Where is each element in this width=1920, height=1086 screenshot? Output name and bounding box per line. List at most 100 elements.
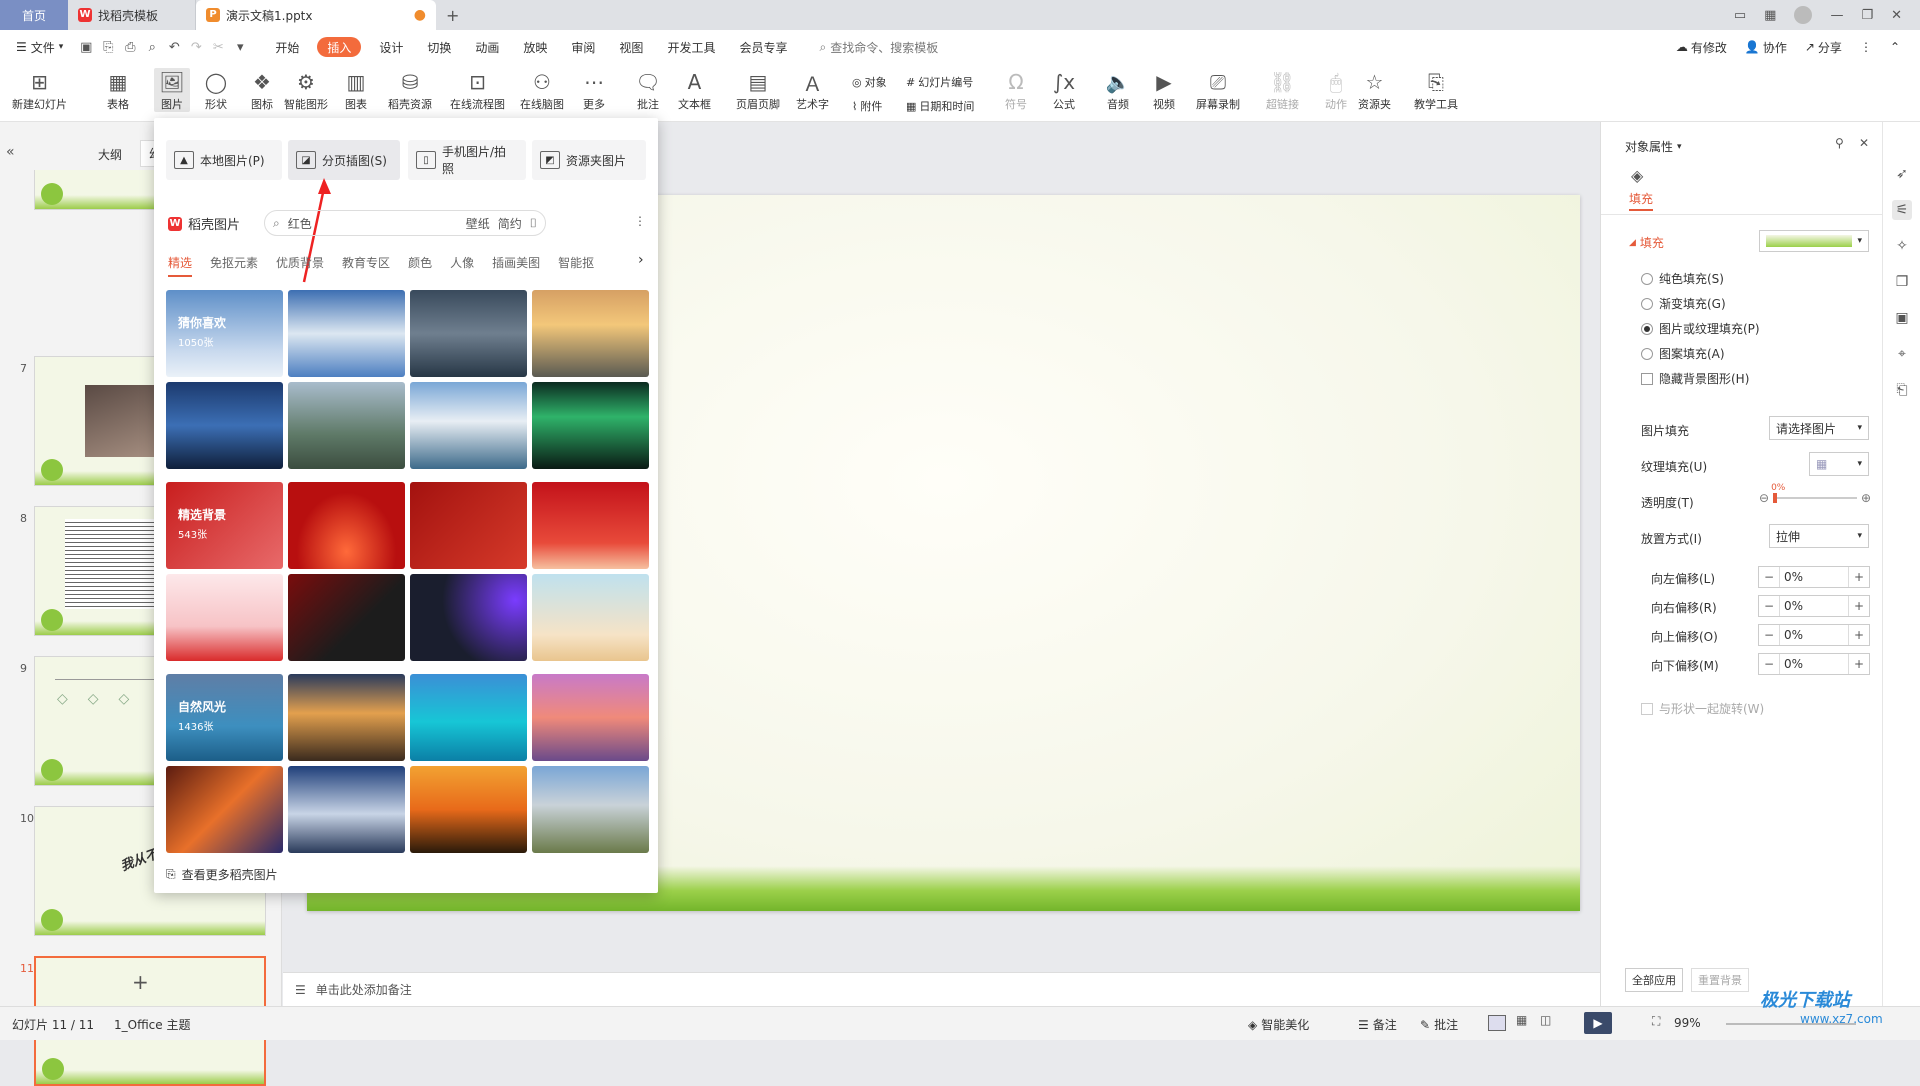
comment-toggle-button[interactable]: ✎ 批注 [1420,1016,1458,1033]
collapse-panel-icon[interactable]: « [6,144,15,160]
offset-up-stepper[interactable]: −0% + [1758,624,1870,646]
image-search-input[interactable]: ⌕ 红色 壁纸 简约 ⌷ [264,210,546,236]
group-natural-scenery[interactable]: 自然风光 1436张 [166,674,283,761]
page-illustration-button[interactable]: ◪ 分页插图(S) [288,140,400,180]
zoom-level[interactable]: 99% [1674,1016,1701,1030]
video-button[interactable]: ▶ 视频 [1150,68,1178,112]
chart-button[interactable]: ▥ 图表 [342,68,370,112]
menu-view[interactable]: 视图 [607,30,655,64]
more-menu-icon[interactable]: ⋮ [1860,40,1872,54]
category-backgrounds[interactable]: 优质背景 [276,254,324,277]
collapse-ribbon-icon[interactable]: ⌃ [1890,40,1900,54]
undo-icon[interactable]: ↶ [163,36,185,58]
rocket-icon[interactable]: ➶ [1892,164,1912,184]
camera-icon[interactable]: ⌷ [530,216,537,231]
apply-all-button[interactable]: 全部应用 [1625,968,1683,992]
image-tile[interactable] [288,674,405,761]
offset-right-stepper[interactable]: −0% + [1758,595,1870,617]
menu-slideshow[interactable]: 放映 [511,30,559,64]
menu-start[interactable]: 开始 [263,30,311,64]
hyperlink-button[interactable]: ⛓ 超链接 [1266,68,1299,112]
category-featured[interactable]: 精选 [168,254,193,277]
avatar[interactable] [1794,6,1813,24]
smart-beautify-button[interactable]: ◈ 智能美化 [1248,1016,1309,1033]
pin-icon[interactable]: ⚲ [1835,136,1844,150]
image-tile[interactable] [532,574,649,661]
format-painter-icon[interactable]: ✂ [207,36,229,58]
image-tile[interactable] [410,574,527,661]
solid-fill-option[interactable]: 纯色填充(S) [1641,270,1724,287]
more-options-icon[interactable]: ⋮ [634,214,646,228]
menu-design[interactable]: 设计 [367,30,415,64]
attachment-button[interactable]: ⌇ 附件 [852,98,882,114]
modified-button[interactable]: ☁ 有修改 [1676,39,1727,56]
comments-icon[interactable]: ❐ [1892,272,1912,292]
image-tile[interactable] [410,290,527,377]
texture-dropdown[interactable]: ▦ ▾ [1809,452,1869,476]
chevron-right-icon[interactable]: › [638,252,644,268]
chip-wallpaper[interactable]: 壁纸 [466,215,490,232]
print-icon[interactable]: ⎙ [119,36,141,58]
image-tile[interactable] [532,290,649,377]
print-preview-icon[interactable]: ⌕ [141,36,163,58]
collaborate-button[interactable]: 👤 协作 [1745,39,1787,56]
image-tile[interactable] [166,574,283,661]
offset-down-stepper[interactable]: −0% + [1758,653,1870,675]
picture-button[interactable]: 🖼 图片 [154,68,190,112]
docer-resource-button[interactable]: ⛁ 稻壳资源 [388,68,432,112]
decrement-button[interactable]: − [1759,628,1779,642]
notes-bar[interactable]: ☰ 单击此处添加备注 [283,972,1600,1006]
fill-preview-dropdown[interactable]: ▾ [1759,230,1869,252]
menu-review[interactable]: 审阅 [559,30,607,64]
pane-title[interactable]: 对象属性 ▾ [1625,138,1682,155]
image-tile[interactable] [532,382,649,469]
category-cutout[interactable]: 免抠元素 [210,254,258,277]
transparency-slider[interactable]: ⊖ 0% ⊕ [1759,483,1871,508]
offset-up-value[interactable]: 0% [1779,625,1849,645]
picture-fill-dropdown[interactable]: 请选择图片 ▾ [1769,416,1869,440]
location-icon[interactable]: ⌖ [1892,344,1912,364]
group-featured-backgrounds[interactable]: 精选背景 543张 [166,482,283,569]
notes-toggle-button[interactable]: ☰ 备注 [1358,1016,1397,1033]
image-tile[interactable] [410,382,527,469]
menu-animation[interactable]: 动画 [463,30,511,64]
chip-minimal[interactable]: 简约 [498,215,522,232]
decrement-button[interactable]: − [1759,599,1779,613]
teaching-tools-button[interactable]: ⎘ 教学工具 [1414,68,1458,112]
image-tile[interactable] [288,574,405,661]
mindmap-button[interactable]: ⚇ 在线脑图 [520,68,564,112]
offset-right-value[interactable]: 0% [1779,596,1849,616]
action-button[interactable]: 🖱 动作 [1322,68,1350,112]
normal-view-icon[interactable] [1488,1015,1506,1031]
fit-window-icon[interactable]: ⛶ [1652,1014,1660,1029]
command-search[interactable]: ⌕ 查找命令、搜索模板 [819,39,938,56]
category-portrait[interactable]: 人像 [450,254,474,277]
symbol-button[interactable]: Ω 符号 [1002,68,1030,112]
formula-button[interactable]: ∫x 公式 [1050,68,1078,112]
picture-fill-option[interactable]: 图片或纹理填充(P) [1641,320,1760,337]
slide-number-button[interactable]: # 幻灯片编号 [906,74,973,90]
restore-icon[interactable]: ❐ [1861,8,1873,23]
tab-docer-templates[interactable]: W 找稻壳模板 [68,0,196,30]
close-icon[interactable]: ✕ [1891,8,1902,23]
tab-home[interactable]: 首页 [0,0,68,30]
resource-folder-button[interactable]: ☆ 资源夹 [1358,68,1391,112]
save-icon[interactable]: ▣ [75,36,97,58]
properties-icon[interactable]: ⚟ [1892,200,1912,220]
image-tile[interactable] [410,482,527,569]
image-tile[interactable] [166,766,283,853]
fill-tab[interactable]: 填充 [1629,190,1654,211]
book-icon[interactable]: ⎗ [1892,380,1912,400]
offset-left-value[interactable]: 0% [1779,567,1849,587]
flowchart-button[interactable]: ⊡ 在线流程图 [450,68,505,112]
menu-insert[interactable]: 插入 [317,37,362,57]
image-tile[interactable] [288,290,405,377]
menu-developer[interactable]: 开发工具 [655,30,727,64]
icon-button[interactable]: ❖ 图标 [248,68,276,112]
slider-thumb[interactable] [1773,493,1778,503]
increment-button[interactable]: + [1849,657,1869,671]
hide-bg-checkbox[interactable]: 隐藏背景图形(H) [1641,370,1749,387]
group-guess-you-like[interactable]: 猜你喜欢 1050张 [166,290,283,377]
image-tile[interactable] [532,766,649,853]
placement-dropdown[interactable]: 拉伸 ▾ [1769,524,1869,548]
